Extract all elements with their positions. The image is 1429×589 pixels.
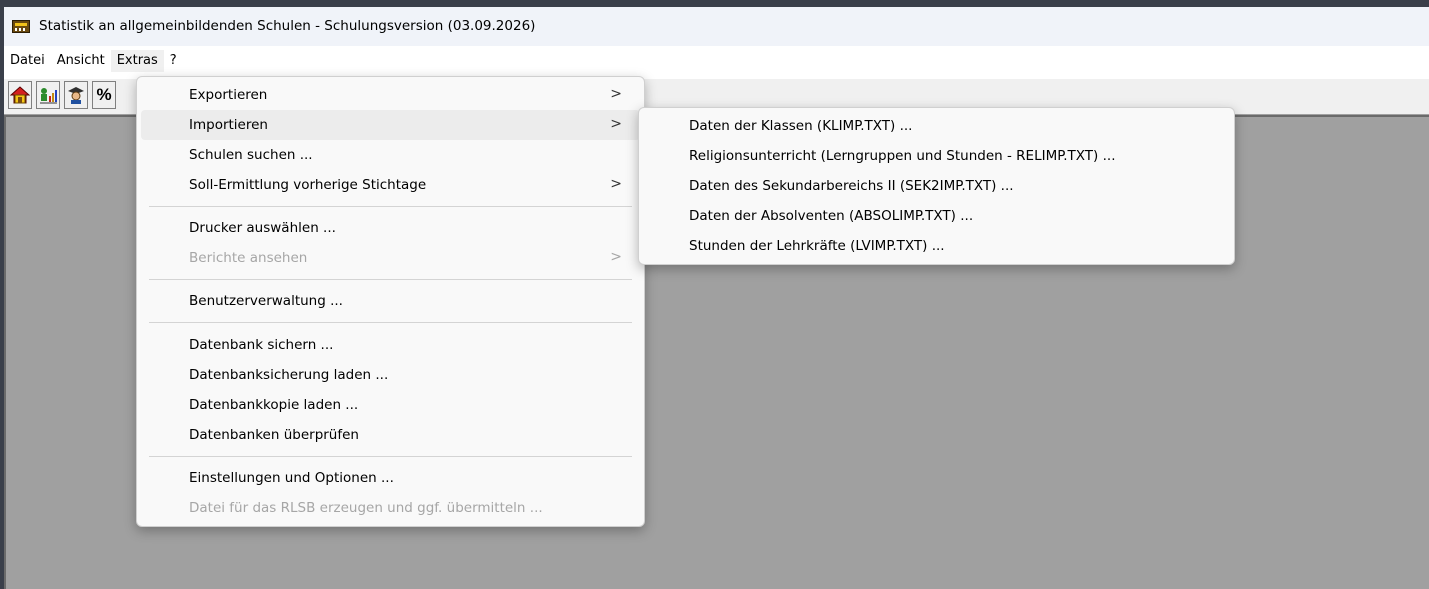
menu-item-einstellungen[interactable]: Einstellungen und Optionen ... — [141, 463, 640, 493]
menu-separator — [149, 456, 632, 457]
house-icon — [10, 86, 30, 104]
menu-separator — [149, 322, 632, 323]
menu-item-schulen-suchen[interactable]: Schulen suchen ... — [141, 140, 640, 170]
menu-item-benutzerverwaltung[interactable]: Benutzerverwaltung ... — [141, 286, 640, 316]
menu-ansicht[interactable]: Ansicht — [51, 50, 111, 72]
chevron-right-icon: > — [610, 86, 622, 102]
menu-item-rlsb-datei: Datei für das RLSB erzeugen und ggf. übe… — [189, 500, 543, 516]
menu-datei[interactable]: Datei — [4, 50, 51, 72]
menu-help[interactable]: ? — [164, 50, 183, 72]
window-title: Statistik an allgemeinbildenden Schulen … — [39, 18, 536, 34]
app-calculator-icon — [12, 20, 30, 33]
percent-button[interactable]: % — [92, 81, 116, 109]
menu-item-importieren[interactable]: Importieren > — [141, 110, 640, 140]
import-submenu: Daten der Klassen (KLIMP.TXT) ... Religi… — [638, 107, 1235, 265]
menu-item-datenbank-sichern[interactable]: Datenbank sichern ... — [141, 330, 640, 360]
menu-item-datenbankkopie-laden[interactable]: Datenbankkopie laden ... — [141, 390, 640, 420]
submenu-item-absolimp[interactable]: Daten der Absolventen (ABSOLIMP.TXT) ... — [643, 201, 1230, 231]
teacher-icon — [68, 87, 84, 104]
submenu-item-relimp[interactable]: Religionsunterricht (Lerngruppen und Stu… — [643, 141, 1230, 171]
person-chart-button[interactable] — [36, 81, 60, 109]
extras-dropdown-menu: Exportieren > Importieren > Schulen such… — [136, 76, 645, 527]
person-chart-icon — [40, 88, 57, 104]
menu-separator — [149, 279, 632, 280]
teacher-button[interactable] — [64, 81, 88, 109]
menu-separator — [149, 206, 632, 207]
chevron-right-icon: > — [610, 249, 622, 265]
menu-item-berichte-ansehen: Berichte ansehen > — [189, 249, 622, 266]
menu-item-datenbanksicherung-laden[interactable]: Datenbanksicherung laden ... — [141, 360, 640, 390]
menu-item-exportieren[interactable]: Exportieren > — [141, 80, 640, 110]
submenu-item-klimp[interactable]: Daten der Klassen (KLIMP.TXT) ... — [643, 111, 1230, 141]
chevron-right-icon: > — [610, 176, 622, 192]
title-bar[interactable]: Statistik an allgemeinbildenden Schulen … — [4, 7, 1429, 46]
home-button[interactable] — [8, 81, 32, 109]
menu-item-soll-ermittlung[interactable]: Soll-Ermittlung vorherige Stichtage > — [141, 170, 640, 200]
menu-bar: Datei Ansicht Extras ? — [4, 50, 1429, 72]
submenu-item-sek2imp[interactable]: Daten des Sekundarbereichs II (SEK2IMP.T… — [643, 171, 1230, 201]
menu-extras[interactable]: Extras — [110, 50, 164, 72]
chevron-right-icon: > — [610, 116, 622, 132]
percent-icon: % — [96, 85, 112, 104]
submenu-item-lvimp[interactable]: Stunden der Lehrkräfte (LVIMP.TXT) ... — [643, 231, 1230, 261]
menu-item-datenbanken-ueberpruefen[interactable]: Datenbanken überprüfen — [141, 420, 640, 450]
menu-item-drucker-auswaehlen[interactable]: Drucker auswählen ... — [141, 213, 640, 243]
